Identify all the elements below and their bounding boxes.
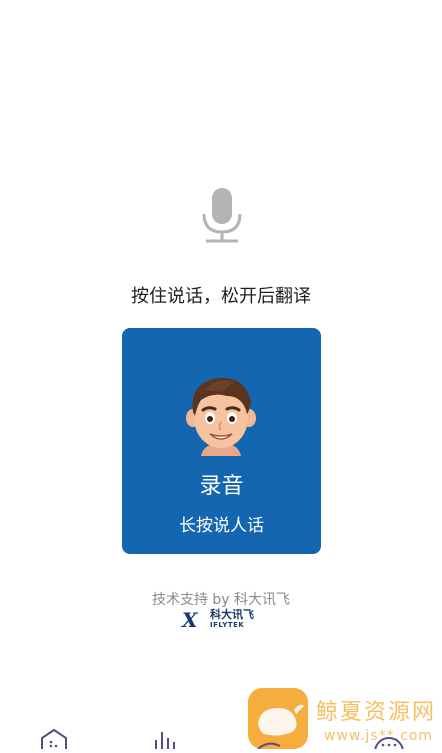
record-title: 录音	[199, 474, 244, 499]
watermark-text: 鲸夏资源网	[316, 700, 437, 725]
microphone-icon	[196, 186, 248, 246]
powered-by-text: 技术支持 by 科大讯飞	[151, 592, 291, 608]
tab-center[interactable]	[254, 728, 294, 750]
instruction-text: 按住说话，松开后翻译	[131, 286, 311, 307]
tab-more[interactable]	[372, 728, 412, 753]
more-icon	[374, 737, 404, 753]
logo-cn-text: 科大讯飞	[210, 608, 254, 621]
stats-icon	[155, 732, 175, 749]
tab-stats[interactable]	[148, 728, 188, 749]
center-icon	[257, 742, 281, 750]
home-icon	[41, 728, 67, 749]
tab-home[interactable]	[38, 728, 78, 749]
bottom-tab-bar	[0, 728, 442, 753]
logo-en-text: IFLYTEK	[210, 621, 245, 629]
iflytek-logo: X 科大讯飞 IFLYTEK	[182, 608, 262, 632]
record-button[interactable]: 录音 长按说人话	[122, 328, 321, 554]
logo-mark: X	[182, 608, 198, 632]
avatar	[183, 372, 259, 456]
record-subtitle: 长按说人话	[179, 516, 264, 536]
